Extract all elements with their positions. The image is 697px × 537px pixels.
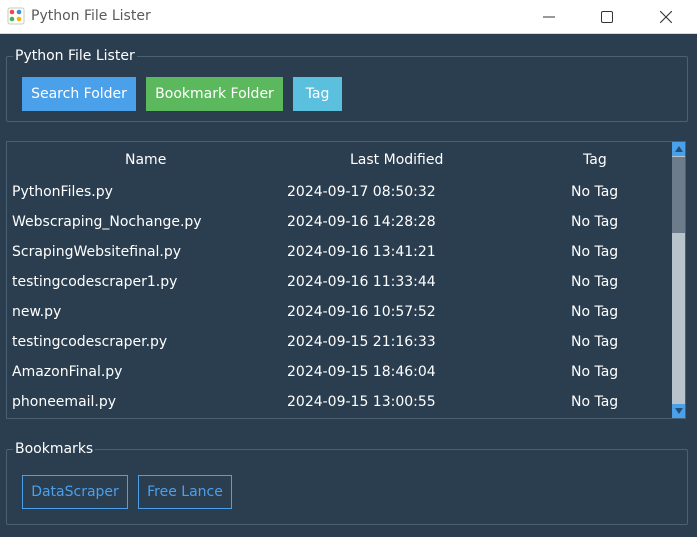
maximize-icon bbox=[601, 10, 613, 23]
file-name: phoneemail.py bbox=[12, 394, 117, 410]
file-name: new.py bbox=[12, 304, 62, 320]
file-name: ScrapingWebsitefinal.py bbox=[12, 244, 182, 260]
actions-group-label: Python File Lister bbox=[13, 48, 137, 64]
table-row[interactable]: AmazonFinal.py 2024-09-15 18:46:04 No Ta… bbox=[7, 358, 671, 388]
minimize-icon bbox=[543, 16, 555, 17]
bookmark-free-lance-button[interactable]: Free Lance bbox=[138, 475, 232, 509]
column-tag-header[interactable]: Tag bbox=[583, 152, 607, 168]
scroll-up-button[interactable] bbox=[672, 142, 685, 156]
actions-group: Python File Lister Search Folder Bookmar… bbox=[6, 48, 688, 122]
file-list-header: Name Last Modified Tag bbox=[7, 142, 671, 178]
file-tag: No Tag bbox=[571, 184, 619, 200]
search-folder-button[interactable]: Search Folder bbox=[22, 77, 136, 111]
file-modified: 2024-09-16 14:28:28 bbox=[287, 214, 436, 230]
window-title: Python File Lister bbox=[31, 8, 151, 24]
scroll-thumb[interactable] bbox=[672, 157, 685, 233]
file-modified: 2024-09-15 13:00:55 bbox=[287, 394, 436, 410]
file-tag: No Tag bbox=[571, 214, 619, 230]
close-button[interactable] bbox=[637, 0, 695, 33]
file-name: AmazonFinal.py bbox=[12, 364, 123, 380]
close-icon bbox=[660, 10, 672, 23]
scroll-down-button[interactable] bbox=[672, 404, 685, 418]
file-name: PythonFiles.py bbox=[12, 184, 113, 200]
table-row[interactable]: testingcodescraper.py 2024-09-15 21:16:3… bbox=[7, 328, 671, 358]
file-list[interactable]: Name Last Modified Tag PythonFiles.py 20… bbox=[6, 141, 686, 419]
file-tag: No Tag bbox=[571, 304, 619, 320]
arrow-up-icon bbox=[675, 146, 683, 152]
maximize-button[interactable] bbox=[578, 0, 636, 33]
file-modified: 2024-09-15 18:46:04 bbox=[287, 364, 436, 380]
file-modified: 2024-09-17 08:50:32 bbox=[287, 184, 436, 200]
file-tag: No Tag bbox=[571, 394, 619, 410]
table-row[interactable]: phoneemail.py 2024-09-15 13:00:55 No Tag bbox=[7, 388, 671, 418]
column-modified-header[interactable]: Last Modified bbox=[350, 152, 443, 168]
tag-button[interactable]: Tag bbox=[293, 77, 342, 111]
file-modified: 2024-09-15 21:16:33 bbox=[287, 334, 436, 350]
arrow-down-icon bbox=[675, 408, 683, 414]
minimize-button[interactable] bbox=[520, 0, 578, 33]
table-row[interactable]: ScrapingWebsitefinal.py 2024-09-16 13:41… bbox=[7, 238, 671, 268]
file-tag: No Tag bbox=[571, 244, 619, 260]
file-tag: No Tag bbox=[571, 334, 619, 350]
bookmark-datascraper-button[interactable]: DataScraper bbox=[22, 475, 128, 509]
table-row[interactable]: new.py 2024-09-16 10:57:52 No Tag bbox=[7, 298, 671, 328]
file-modified: 2024-09-16 13:41:21 bbox=[287, 244, 436, 260]
vertical-scrollbar[interactable] bbox=[672, 142, 685, 418]
app-icon bbox=[7, 7, 25, 25]
table-row[interactable]: testingcodescraper1.py 2024-09-16 11:33:… bbox=[7, 268, 671, 298]
table-row[interactable]: PythonFiles.py 2024-09-17 08:50:32 No Ta… bbox=[7, 178, 671, 208]
column-name-header[interactable]: Name bbox=[125, 152, 166, 168]
file-modified: 2024-09-16 11:33:44 bbox=[287, 274, 436, 290]
table-row[interactable]: Webscraping_Nochange.py 2024-09-16 14:28… bbox=[7, 208, 671, 238]
file-tag: No Tag bbox=[571, 274, 619, 290]
file-name: testingcodescraper.py bbox=[12, 334, 168, 350]
bookmark-folder-button[interactable]: Bookmark Folder bbox=[146, 77, 283, 111]
title-bar: Python File Lister bbox=[0, 0, 697, 34]
file-name: testingcodescraper1.py bbox=[12, 274, 178, 290]
bookmarks-group: Bookmarks DataScraper Free Lance bbox=[6, 441, 688, 525]
bookmarks-group-label: Bookmarks bbox=[13, 441, 96, 457]
file-name: Webscraping_Nochange.py bbox=[12, 214, 202, 230]
file-modified: 2024-09-16 10:57:52 bbox=[287, 304, 436, 320]
file-tag: No Tag bbox=[571, 364, 619, 380]
